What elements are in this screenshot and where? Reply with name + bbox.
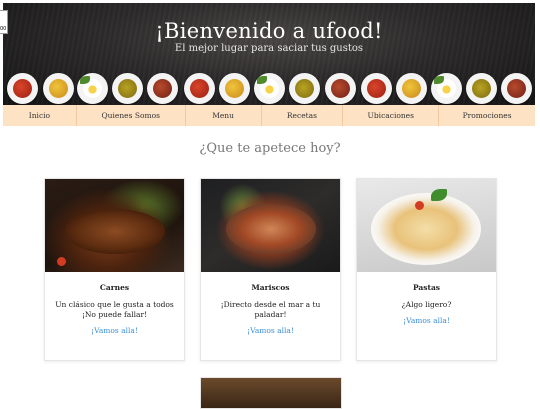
plate-tomato-soup-image — [7, 73, 38, 104]
card-pastas[interactable]: Pastas ¿Algo ligero? ¡Vamos alla! — [356, 178, 497, 361]
card-carnes[interactable]: Carnes Un clásico que le gusta a todos ¡… — [44, 178, 185, 361]
card-title: Pastas — [412, 283, 441, 292]
corner-widget-label: 00 — [0, 26, 7, 32]
plate-curry-image — [396, 73, 427, 104]
tomato-icon — [415, 201, 424, 210]
card-description: Un clásico que le gusta a todos ¡No pued… — [55, 300, 174, 319]
hero-title: ¡Bienvenido a ufood! — [155, 19, 383, 43]
card-link[interactable]: ¡Vamos alla! — [45, 326, 184, 335]
nav-item-quienes-somos[interactable]: Quienes Somos — [77, 105, 186, 126]
plate-stew-image — [325, 73, 356, 104]
nav-item-menu[interactable]: Menu — [186, 105, 262, 126]
nav-item-ubicaciones[interactable]: Ubicaciones — [343, 105, 440, 126]
card-pastas-image — [357, 179, 496, 272]
hero-banner: ¡Bienvenido a ufood! El mejor lugar para… — [3, 3, 535, 105]
card-carnes-image — [45, 179, 184, 272]
card-partial-image[interactable] — [200, 377, 342, 409]
card-title: Mariscos — [251, 283, 290, 292]
hero-subtitle: El mejor lugar para saciar tus gustos — [174, 43, 364, 54]
card-description: ¿Algo ligero? — [401, 300, 452, 309]
basil-icon — [431, 189, 447, 201]
card-link[interactable]: ¡Vamos alla! — [201, 326, 340, 335]
main-nav: Inicio Quienes Somos Menu Recetas Ubicac… — [3, 105, 535, 126]
plate-curry-image — [43, 73, 74, 104]
plate-egg-dish-image — [431, 73, 462, 104]
card-mariscos-image — [201, 179, 340, 272]
card-description: ¡Directo desde el mar a tu paladar! — [220, 300, 321, 319]
plate-egg-dish-image — [77, 73, 108, 104]
food-plates-strip — [3, 73, 535, 105]
plate-stew-image — [501, 73, 532, 104]
plate-curry-image — [219, 73, 250, 104]
plate-lentil-soup-image — [112, 73, 143, 104]
tomato-icon — [57, 257, 66, 266]
card-mariscos[interactable]: Mariscos ¡Directo desde el mar a tu pala… — [200, 178, 341, 361]
card-link[interactable]: ¡Vamos alla! — [357, 316, 496, 325]
plate-lentil-soup-image — [289, 73, 320, 104]
corner-widget[interactable]: 00 — [0, 10, 8, 34]
plate-lentil-soup-image — [466, 73, 497, 104]
nav-item-inicio[interactable]: Inicio — [3, 105, 77, 126]
card-title: Carnes — [99, 283, 130, 292]
plate-egg-dish-image — [254, 73, 285, 104]
plate-tomato-soup-image — [184, 73, 215, 104]
section-title: ¿Que te apetece hoy? — [199, 141, 341, 156]
nav-item-promociones[interactable]: Promociones — [439, 105, 535, 126]
plate-tomato-soup-image — [361, 73, 392, 104]
nav-item-recetas[interactable]: Recetas — [262, 105, 344, 126]
plate-stew-image — [147, 73, 178, 104]
